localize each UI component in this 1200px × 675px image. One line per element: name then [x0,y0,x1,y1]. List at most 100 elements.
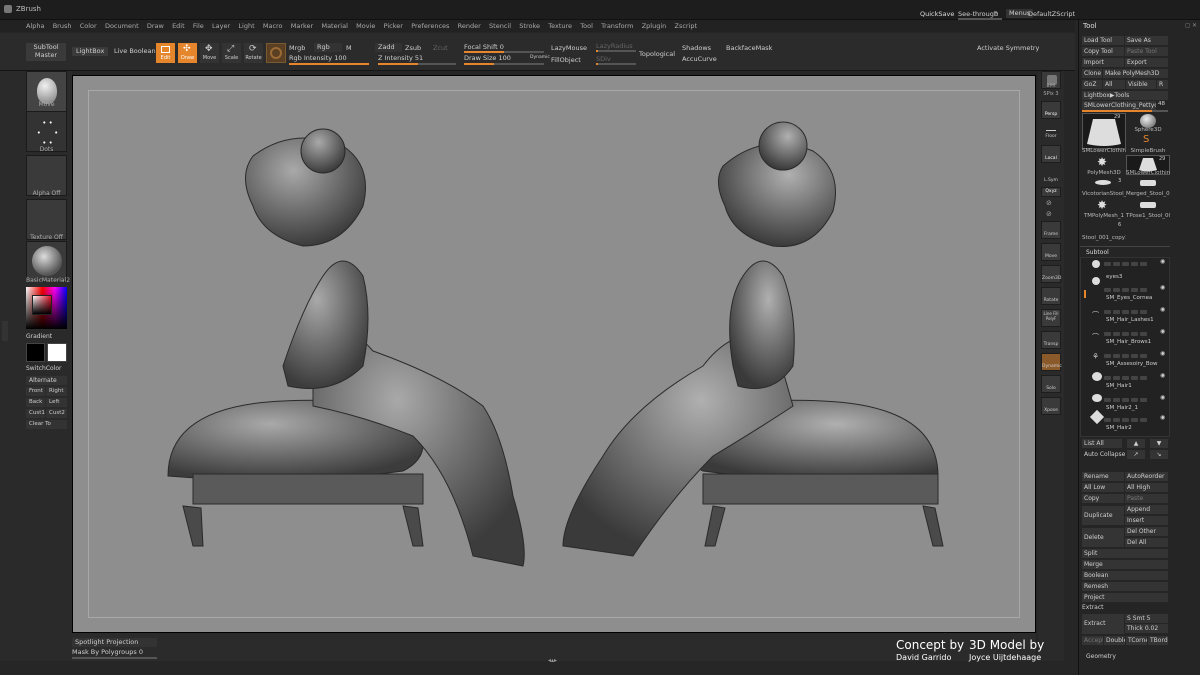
lightbox-tools-button[interactable]: Lightbox▶Tools [1082,91,1168,100]
del-other-button[interactable]: Del Other [1125,527,1168,536]
simplebrush-icon[interactable]: S [1143,134,1149,145]
axis-toggle-icon-2[interactable]: ⊘ [1046,210,1052,218]
backfacemask-button[interactable]: BackfaceMask [726,44,772,52]
zoom3d-button[interactable]: Zoom3D [1041,265,1061,283]
cust1-button[interactable]: Cust1 [26,409,45,418]
tool-slider[interactable] [1082,110,1168,112]
save-as-button[interactable]: Save As [1125,36,1168,45]
project-button[interactable]: Project [1082,593,1168,602]
tmpolymesh-icon[interactable]: ✸ [1097,198,1107,212]
menu-file[interactable]: File [193,20,204,32]
tool-thumb-0[interactable]: 29 [1082,113,1126,149]
menu-render[interactable]: Render [458,20,481,32]
duplicate-button[interactable]: Duplicate [1082,506,1124,525]
polyf-button[interactable]: Line Fill PolyF [1041,309,1061,327]
copy-tool-button[interactable]: Copy Tool [1082,47,1124,56]
geometry-header[interactable]: Geometry [1086,653,1116,660]
move-up-arrow-icon[interactable]: ▲ [1127,439,1145,448]
menu-macro[interactable]: Macro [263,20,283,32]
menu-texture[interactable]: Texture [548,20,572,32]
move-down-arrow-icon[interactable]: ▼ [1150,439,1168,448]
goz-visible-button[interactable]: Visible [1126,80,1156,89]
m-button[interactable]: M [346,44,352,52]
menu-picker[interactable]: Picker [384,20,403,32]
menu-light[interactable]: Light [238,20,254,32]
draw-size-slider[interactable]: Draw Size 100 [464,54,511,62]
lsym-button[interactable]: L.Sym [1041,167,1061,185]
focal-shift-slider[interactable]: Focal Shift 0 [464,43,504,51]
delete-button[interactable]: Delete [1082,528,1124,547]
rgb-intensity-track[interactable] [289,63,369,65]
lazymouse-button[interactable]: LazyMouse [551,44,587,52]
menu-alpha[interactable]: Alpha [26,20,44,32]
menu-draw[interactable]: Draw [147,20,164,32]
spix-value[interactable]: SPix 3 [1038,91,1064,97]
tcorne-button[interactable]: TCorne [1126,636,1147,645]
z-intensity-track[interactable] [378,63,456,65]
goz-all-button[interactable]: All [1103,80,1125,89]
zcut-button[interactable]: Zcut [433,44,448,52]
visibility-eye-icon[interactable]: ◉ [1160,394,1165,401]
current-tool-name[interactable]: SMLowerClothing_Pettycoat_ [1082,101,1156,110]
secondary-color-swatch[interactable] [47,343,67,362]
merged-stool-icon[interactable] [1140,180,1156,186]
rgb-button[interactable]: Rgb [314,43,342,52]
z-intensity-slider[interactable]: Z Intensity 51 [378,54,423,62]
tool-palette-title[interactable]: Tool [1083,22,1097,30]
scale-button[interactable]: ⤢ Scale [222,43,241,63]
menu-zscript[interactable]: Zscript [675,20,698,32]
qxyz-button[interactable]: Qxyz [1041,187,1061,197]
dynamic-button[interactable]: Dynamic [530,55,550,60]
autoreorder-button[interactable]: AutoReorder [1125,472,1168,481]
zsub-button[interactable]: Zsub [405,44,421,52]
left-tray-handle[interactable] [2,321,8,341]
move-view-button[interactable]: Move [1041,243,1061,261]
list-all-button[interactable]: List All [1082,439,1122,448]
export-button[interactable]: Export [1125,58,1168,67]
menu-document[interactable]: Document [105,20,139,32]
live-boolean-button[interactable]: Live Boolean [114,47,156,55]
shadows-button[interactable]: Shadows [682,44,711,52]
menu-layer[interactable]: Layer [212,20,230,32]
visibility-eye-icon[interactable]: ◉ [1160,414,1165,421]
dynamic-button[interactable]: Dynamic [1041,353,1062,371]
back-button[interactable]: Back [26,398,45,407]
sphere3d-icon[interactable] [1140,114,1156,128]
menu-edit[interactable]: Edit [172,20,185,32]
color-square[interactable] [32,295,52,315]
accept-button[interactable]: Accept [1082,636,1103,645]
remesh-button[interactable]: Remesh [1082,582,1168,591]
palette-window-icons[interactable]: ◻ ✕ [1149,22,1197,30]
material-tile[interactable] [26,241,67,282]
menu-tool[interactable]: Tool [580,20,593,32]
split-button[interactable]: Split [1082,549,1168,558]
default-zscript-button[interactable]: DefaultZScript [1028,10,1075,18]
all-high-button[interactable]: All High [1125,483,1168,492]
copy-subtool-button[interactable]: Copy [1082,494,1124,503]
menu-stencil[interactable]: Stencil [489,20,511,32]
menu-movie[interactable]: Movie [356,20,375,32]
menu-preferences[interactable]: Preferences [411,20,449,32]
cust2-button[interactable]: Cust2 [46,409,67,418]
draw-size-track[interactable] [464,63,544,65]
zadd-button[interactable]: Zadd [375,43,402,52]
persp-button[interactable]: Persp [1041,101,1061,119]
visibility-eye-icon[interactable]: ◉ [1160,350,1165,357]
visibility-eye-icon[interactable]: ◉ [1160,284,1165,291]
main-color-swatch[interactable] [26,343,45,362]
boolean-button[interactable]: Boolean [1082,571,1168,580]
draw-button[interactable]: ✣ Draw [178,43,197,63]
menu-brush[interactable]: Brush [53,20,72,32]
polymesh3d-icon[interactable]: ✸ [1097,155,1107,169]
lazyradius-slider[interactable]: LazyRadius [596,42,633,50]
mask-by-polygroups-track[interactable] [72,657,157,659]
menu-material[interactable]: Material [321,20,347,32]
double-button[interactable]: Double [1104,636,1125,645]
material-swatch[interactable] [266,43,286,63]
visibility-eye-icon[interactable]: ◉ [1160,306,1165,313]
paste-tool-button[interactable]: Paste Tool [1125,47,1168,56]
import-button[interactable]: Import [1082,58,1124,67]
subtool-item-hair1[interactable]: ◉ SM_Hair1 [1082,372,1170,394]
subtool-item-eyes3[interactable]: eyes3 [1082,263,1170,285]
floor-button[interactable]: Floor [1041,123,1061,141]
